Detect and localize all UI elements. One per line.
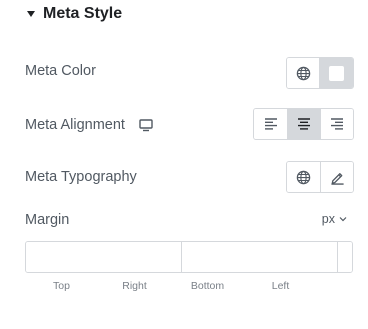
margin-bottom-input[interactable] bbox=[337, 242, 352, 272]
margin-left-label: Left bbox=[271, 280, 290, 292]
align-left-button[interactable] bbox=[254, 109, 287, 139]
margin-input-labels: Top Right Bottom Left bbox=[25, 280, 317, 292]
margin-top-label: Top bbox=[53, 280, 70, 292]
align-right-icon bbox=[331, 118, 343, 130]
margin-bottom-label: Bottom bbox=[190, 280, 225, 292]
meta-alignment-row: Meta Alignment bbox=[25, 117, 153, 133]
meta-color-control[interactable] bbox=[286, 57, 354, 89]
color-picker-button[interactable] bbox=[319, 58, 353, 88]
globe-icon bbox=[296, 170, 311, 184]
margin-right-input[interactable] bbox=[181, 242, 337, 272]
align-right-button[interactable] bbox=[320, 109, 353, 139]
margin-label: Margin bbox=[25, 212, 70, 228]
typography-control[interactable] bbox=[286, 161, 354, 193]
section-header[interactable]: Meta Style bbox=[27, 4, 122, 24]
section-title: Meta Style bbox=[43, 5, 123, 22]
alignment-control[interactable] bbox=[253, 108, 354, 140]
align-center-icon bbox=[298, 118, 310, 130]
color-swatch bbox=[329, 65, 344, 81]
caret-down-icon[interactable] bbox=[27, 11, 35, 17]
desktop-icon[interactable] bbox=[139, 118, 153, 132]
unit-selector[interactable]: px bbox=[322, 212, 347, 226]
margin-inputs bbox=[25, 241, 353, 273]
align-center-button[interactable] bbox=[287, 109, 320, 139]
unit-label: px bbox=[321, 212, 335, 226]
global-colors-button[interactable] bbox=[287, 58, 319, 88]
pencil-icon bbox=[330, 172, 344, 185]
globe-icon bbox=[296, 66, 310, 80]
edit-typography-button[interactable] bbox=[320, 162, 353, 192]
meta-color-label: Meta Color bbox=[25, 63, 96, 79]
meta-alignment-label: Meta Alignment bbox=[25, 117, 125, 133]
align-left-icon bbox=[264, 118, 277, 130]
global-typography-button[interactable] bbox=[287, 162, 320, 192]
meta-typography-label: Meta Typography bbox=[25, 169, 137, 185]
margin-right-label: Right bbox=[122, 280, 147, 292]
margin-top-input[interactable] bbox=[26, 242, 181, 272]
chevron-down-icon bbox=[339, 217, 347, 222]
